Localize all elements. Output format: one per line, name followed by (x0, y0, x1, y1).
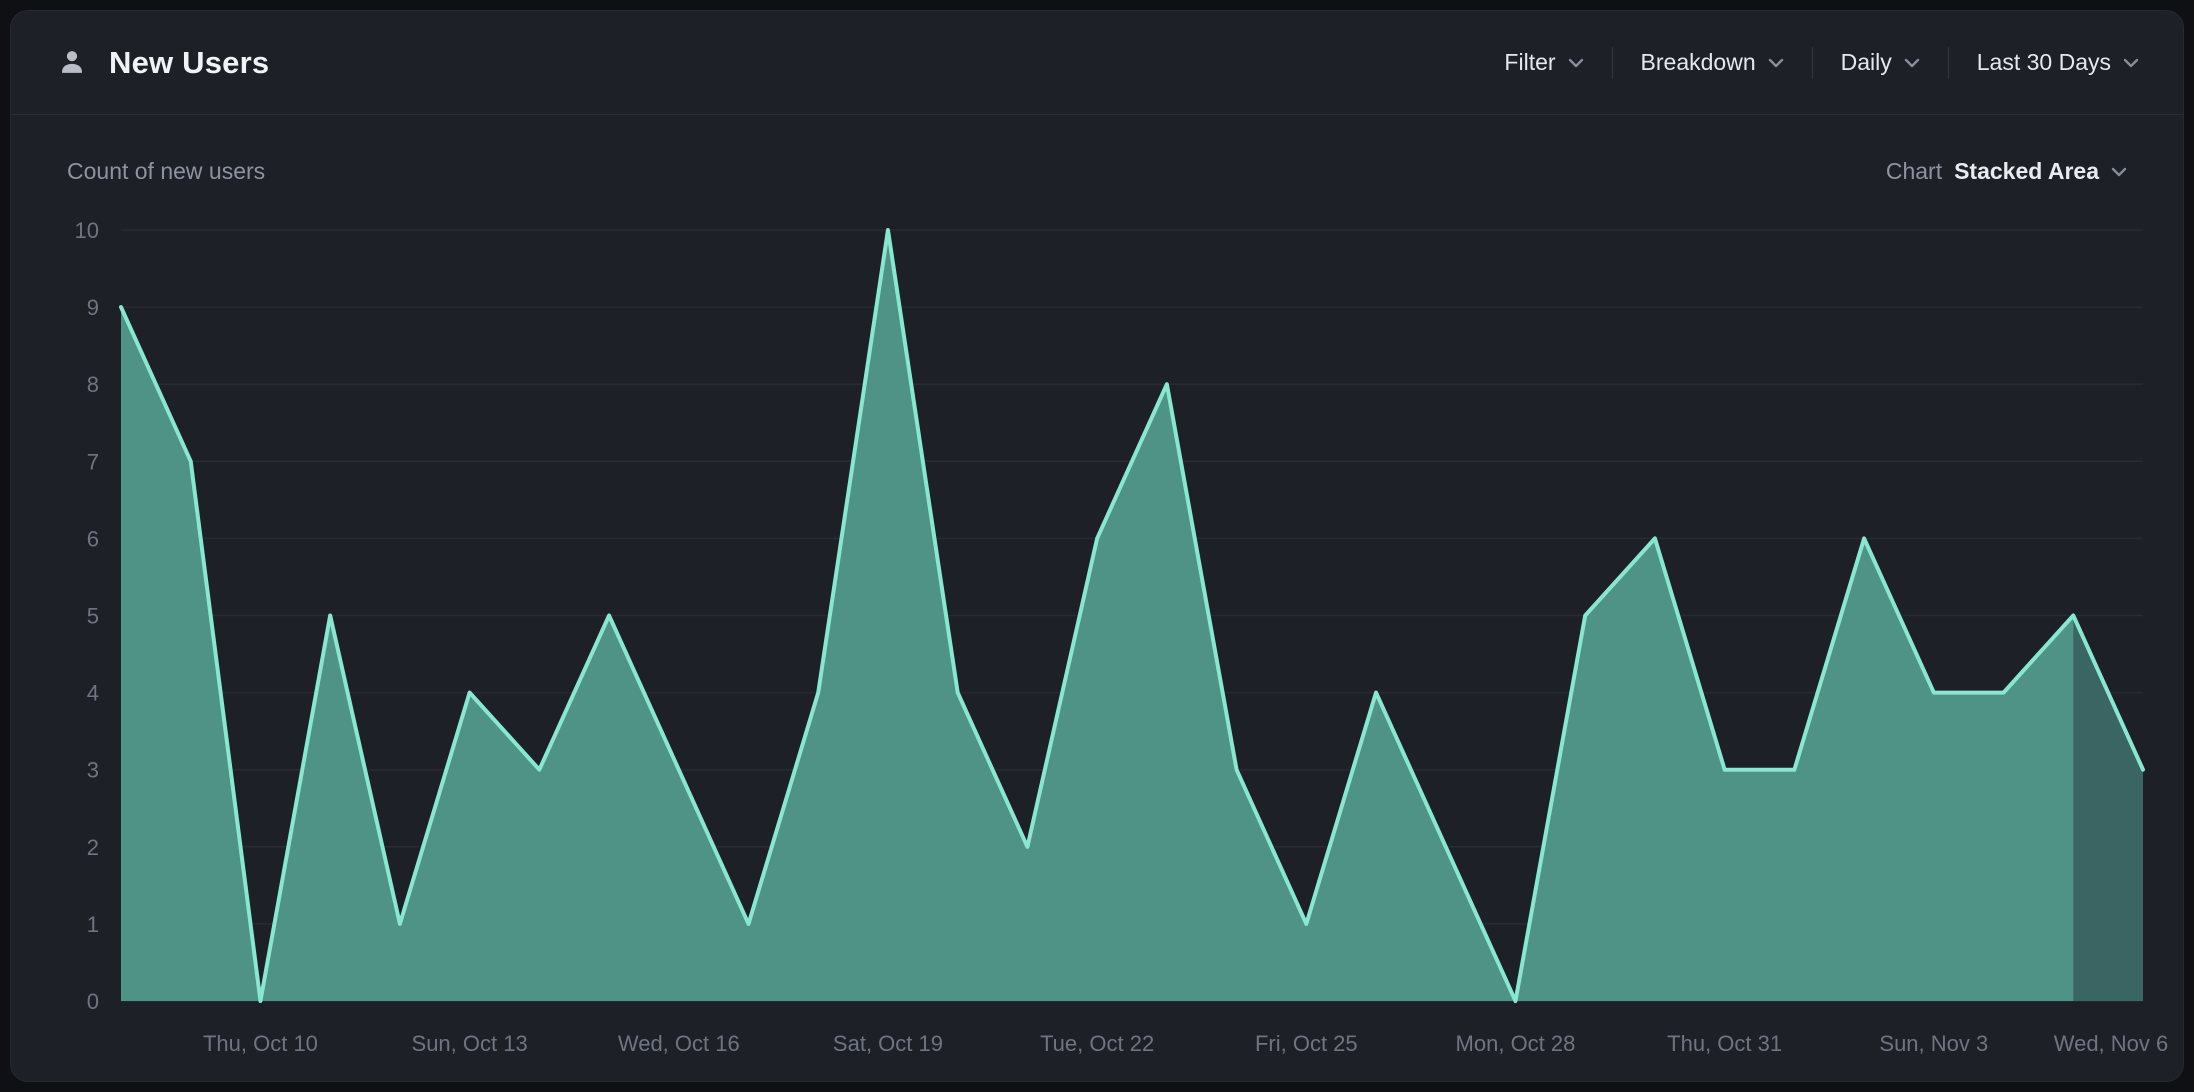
divider (1948, 47, 1949, 79)
date-range-dropdown-label: Last 30 Days (1977, 49, 2111, 76)
y-tick-label: 9 (87, 295, 99, 320)
chart-subheader: Count of new users Chart Stacked Area (11, 115, 2183, 185)
divider (1612, 47, 1613, 79)
y-tick-label: 1 (87, 912, 99, 937)
x-tick-label: Thu, Oct 10 (203, 1031, 318, 1056)
area-shape-incomplete (2073, 616, 2143, 1002)
x-tick-label: Fri, Oct 25 (1255, 1031, 1358, 1056)
x-axis-labels: Thu, Oct 10 Sun, Oct 13 Wed, Oct 16 Sat, Oc… (203, 1031, 2168, 1056)
chevron-down-icon (1904, 58, 1920, 68)
chevron-down-icon (2111, 167, 2127, 177)
x-tick-label: Sat, Oct 19 (833, 1031, 943, 1056)
y-tick-label: 5 (87, 604, 99, 629)
insight-card: New Users Filter Breakdown Daily (10, 10, 2184, 1082)
date-range-dropdown[interactable]: Last 30 Days (1977, 49, 2139, 76)
chart-picker-label: Chart (1886, 158, 1942, 185)
chart-canvas[interactable]: 0 1 2 3 4 5 6 7 8 9 10 Thu, Oct 10 Sun, Oct 13 Wed, O… (11, 185, 2183, 1081)
chart-picker-value: Stacked Area (1954, 158, 2099, 185)
x-tick-label: Sun, Oct 13 (412, 1031, 528, 1056)
y-tick-label: 7 (87, 449, 99, 474)
x-tick-label: Tue, Oct 22 (1040, 1031, 1154, 1056)
x-tick-label: Mon, Oct 28 (1456, 1031, 1576, 1056)
card-header-left: New Users (55, 45, 269, 81)
divider (1812, 47, 1813, 79)
filter-dropdown[interactable]: Filter (1504, 49, 1583, 76)
card-header: New Users Filter Breakdown Daily (11, 11, 2183, 115)
page-title: New Users (109, 45, 269, 81)
card-header-controls: Filter Breakdown Daily Las (1504, 47, 2139, 79)
user-icon (55, 46, 89, 80)
x-tick-label: Sun, Nov 3 (1879, 1031, 1988, 1056)
breakdown-dropdown[interactable]: Breakdown (1641, 49, 1784, 76)
x-tick-label: Thu, Oct 31 (1667, 1031, 1782, 1056)
interval-dropdown[interactable]: Daily (1841, 49, 1920, 76)
x-tick-label: Wed, Oct 16 (618, 1031, 740, 1056)
area-chart[interactable]: 0 1 2 3 4 5 6 7 8 9 10 Thu, Oct 10 Sun, Oct 13 Wed, O… (11, 185, 2183, 1081)
chevron-down-icon (1768, 58, 1784, 68)
filter-dropdown-label: Filter (1504, 49, 1555, 76)
chevron-down-icon (1568, 58, 1584, 68)
chart-type-dropdown[interactable]: Chart Stacked Area (1886, 158, 2127, 185)
x-tick-label: Wed, Nov 6 (2054, 1031, 2169, 1056)
y-tick-label: 3 (87, 758, 99, 783)
y-tick-label: 4 (87, 681, 99, 706)
y-tick-label: 10 (75, 218, 99, 243)
interval-dropdown-label: Daily (1841, 49, 1892, 76)
y-tick-label: 2 (87, 835, 99, 860)
y-tick-label: 8 (87, 372, 99, 397)
y-tick-label: 0 (87, 989, 99, 1014)
y-tick-label: 6 (87, 526, 99, 551)
breakdown-dropdown-label: Breakdown (1641, 49, 1756, 76)
chevron-down-icon (2123, 58, 2139, 68)
series-label: Count of new users (67, 158, 265, 185)
